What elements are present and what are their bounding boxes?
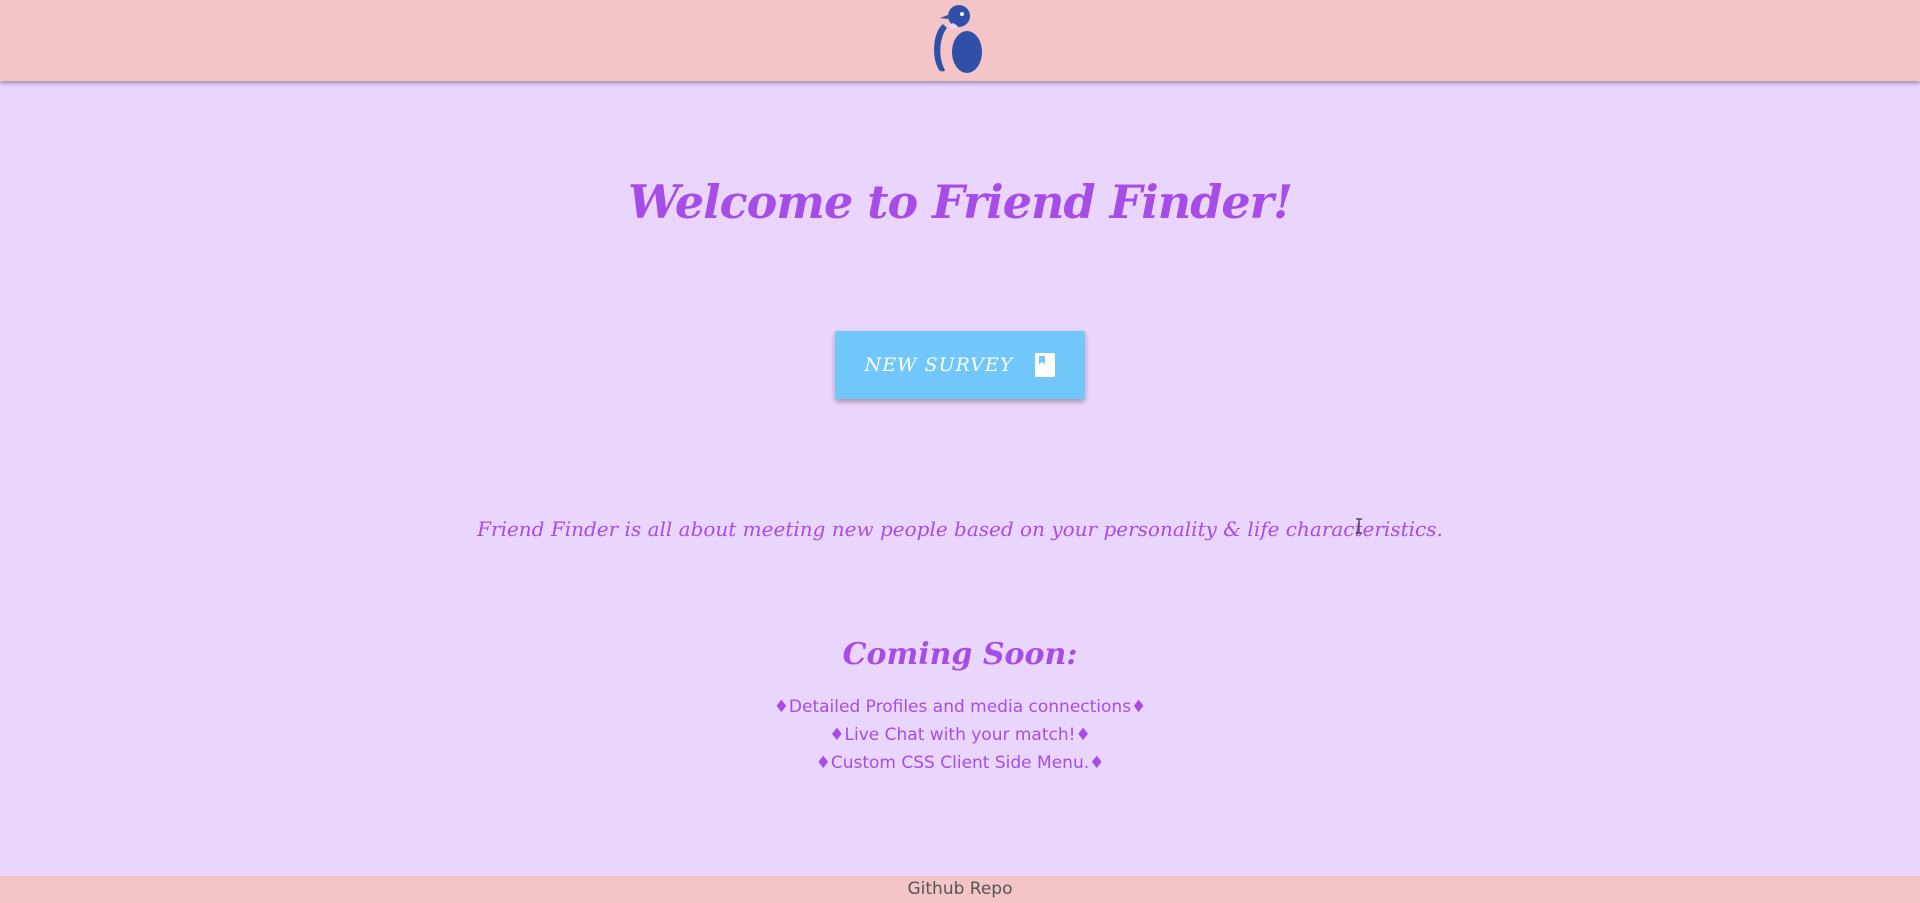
list-item: ♦Live Chat with your match!♦ [829,725,1091,745]
list-item: ♦Custom CSS Client Side Menu.♦ [815,753,1105,773]
new-survey-label: NEW SURVEY [864,354,1014,376]
footer-bar: Github Repo [0,876,1920,903]
page-title: Welcome to Friend Finder! [627,175,1293,229]
tagline-text: Friend Finder is all about meeting new p… [477,517,1443,541]
coming-soon-heading: Coming Soon: [842,637,1078,672]
header-bar [0,0,1920,81]
github-repo-link[interactable]: Github Repo [907,879,1012,899]
coming-soon-list: ♦Detailed Profiles and media connections… [0,693,1920,777]
penguin-logo-icon[interactable] [929,2,993,74]
new-survey-button[interactable]: NEW SURVEY [835,331,1085,399]
list-item: ♦Detailed Profiles and media connections… [773,697,1147,717]
text-cursor-icon [1356,518,1362,534]
book-icon [1035,353,1056,377]
